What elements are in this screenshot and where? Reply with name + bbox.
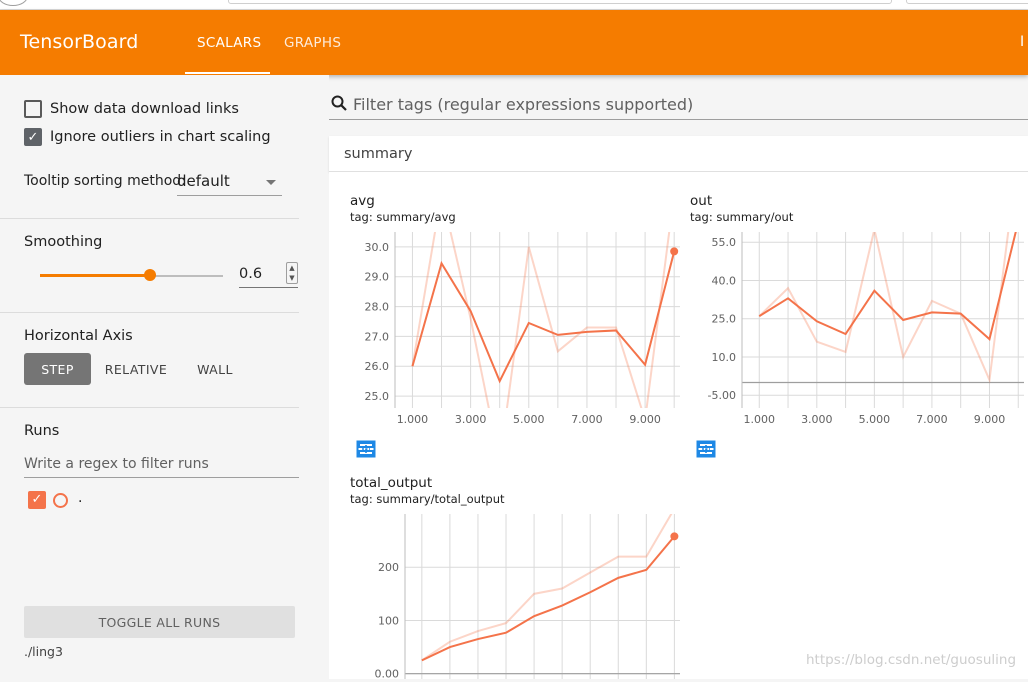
x-tick-label: 1.000 — [397, 413, 429, 426]
y-tick-label: 27.0 — [365, 330, 390, 343]
axis-step-button[interactable]: STEP — [24, 353, 91, 385]
app-bar: TensorBoard SCALARS GRAPHS I — [0, 10, 1028, 75]
last-point-marker — [670, 247, 679, 256]
x-tick-label: 9.000 — [974, 413, 1006, 426]
divider — [0, 407, 299, 408]
toggle-all-runs-button[interactable]: TOGGLE ALL RUNS — [24, 606, 295, 638]
horizontal-axis-title: Horizontal Axis — [24, 328, 133, 344]
tooltip-sorting-select[interactable]: default — [177, 170, 282, 196]
divider — [0, 218, 299, 219]
y-tick-label: 29.0 — [365, 271, 390, 284]
chart-title: total_output — [350, 475, 433, 491]
smoothing-slider-thumb[interactable] — [144, 269, 156, 281]
tooltip-sorting-value: default — [177, 172, 230, 190]
chart-avg[interactable]: 25.0 26.0 27.0 28.0 29.0 30.0 1.000 3.000 5.000 7… — [350, 230, 685, 432]
ignore-outliers-toggle[interactable]: ✓ Ignore outliers in chart scaling — [24, 128, 271, 146]
browser-search-bar[interactable] — [906, 0, 1028, 4]
tag-filter-input[interactable]: Filter tags (regular expressions support… — [353, 95, 693, 114]
chart-total-output[interactable]: 0.00100200 — [350, 512, 685, 682]
runs-filter-input[interactable]: Write a regex to filter runs — [24, 453, 299, 478]
browser-nav-icon[interactable] — [0, 0, 28, 6]
chart-title: avg — [350, 193, 375, 209]
divider — [0, 312, 299, 313]
runs-title: Runs — [24, 423, 60, 439]
browser-chrome — [0, 0, 1028, 10]
y-tick-label: 40.0 — [712, 274, 737, 287]
x-tick-label: 5.000 — [513, 413, 545, 426]
chart-out[interactable]: -5.00 10.0 25.0 40.0 55.0 1.000 3.000 5.000 7.00… — [690, 230, 1024, 432]
tab-scalars[interactable]: SCALARS — [197, 35, 261, 51]
y-tick-label: 25.0 — [712, 313, 737, 326]
smoothed-series-line — [421, 535, 676, 662]
dropdown-arrow-icon — [266, 180, 276, 185]
tooltip-sorting-label: Tooltip sorting method: — [24, 173, 186, 189]
y-tick-label: 25.0 — [365, 390, 390, 403]
chart-card-total-output: total_output tag: summary/total_output 0… — [350, 475, 690, 682]
ignore-outliers-label: Ignore outliers in chart scaling — [50, 129, 271, 145]
smoothing-title: Smoothing — [24, 234, 103, 250]
axis-relative-button[interactable]: RELATIVE — [100, 353, 172, 385]
y-tick-label: 55.0 — [712, 236, 737, 249]
axis-wall-button[interactable]: WALL — [186, 353, 244, 385]
raw-series-line — [421, 514, 673, 662]
run-label: . — [78, 490, 83, 506]
run-checkbox[interactable]: ✓ — [28, 491, 46, 509]
summary-section-title: summary — [344, 146, 413, 162]
watermark: https://blog.csdn.net/guosuling — [806, 652, 1017, 668]
truncated-tab-label[interactable]: I — [1020, 34, 1024, 50]
y-tick-label: 10.0 — [712, 351, 737, 364]
smoothing-slider-fill — [40, 274, 150, 277]
smoothing-value: 0.6 — [239, 266, 263, 282]
x-tick-label: 7.000 — [916, 413, 948, 426]
browser-address-bar[interactable] — [228, 0, 892, 4]
app-title: TensorBoard — [20, 31, 139, 53]
chart-tag: tag: summary/avg — [350, 210, 456, 224]
x-tick-label: 3.000 — [801, 413, 833, 426]
sidebar: Show data download links ✓ Ignore outlie… — [0, 75, 329, 679]
fit-domain-icon[interactable] — [696, 439, 716, 459]
tag-filter[interactable]: Filter tags (regular expressions support… — [329, 90, 1028, 120]
fit-domain-icon[interactable] — [356, 439, 376, 459]
run-color-radio-icon[interactable] — [53, 493, 68, 508]
spinner-arrows-icon[interactable]: ▲ ▼ — [286, 262, 298, 284]
smoothed-series-line — [411, 251, 676, 384]
active-tab-indicator — [185, 72, 270, 74]
x-tick-label: 9.000 — [629, 413, 661, 426]
chart-tag: tag: summary/total_output — [350, 492, 505, 506]
y-tick-label: 28.0 — [365, 301, 390, 314]
last-point-marker — [670, 532, 679, 541]
x-tick-label: 5.000 — [859, 413, 891, 426]
show-download-links-label: Show data download links — [50, 101, 239, 117]
y-tick-label: 200 — [378, 561, 399, 574]
y-tick-label: 100 — [378, 614, 399, 627]
logdir-label: ./ling3 — [24, 644, 63, 659]
y-tick-label: 26.0 — [365, 360, 390, 373]
checkbox-unchecked-icon[interactable] — [24, 100, 42, 118]
chart-card-avg: avg tag: summary/avg 25.0 26.0 27.0 28.0 29.… — [350, 193, 690, 463]
summary-section-header[interactable]: summary — [329, 136, 1028, 172]
chart-card-out: out tag: summary/out -5.00 10.0 25.0 40.0 55… — [690, 193, 1028, 463]
x-tick-label: 1.000 — [744, 413, 776, 426]
tab-graphs[interactable]: GRAPHS — [284, 35, 341, 51]
checkbox-checked-icon[interactable]: ✓ — [24, 128, 42, 146]
y-tick-label: 30.0 — [365, 241, 390, 254]
chart-title: out — [690, 193, 713, 209]
y-tick-label: -5.00 — [708, 389, 736, 402]
x-tick-label: 3.000 — [455, 413, 487, 426]
chart-tag: tag: summary/out — [690, 210, 794, 224]
show-download-links-toggle[interactable]: Show data download links — [24, 100, 239, 118]
x-tick-label: 7.000 — [571, 413, 603, 426]
search-icon — [331, 95, 347, 111]
smoothing-input[interactable]: 0.6 ▲ ▼ — [239, 262, 298, 288]
